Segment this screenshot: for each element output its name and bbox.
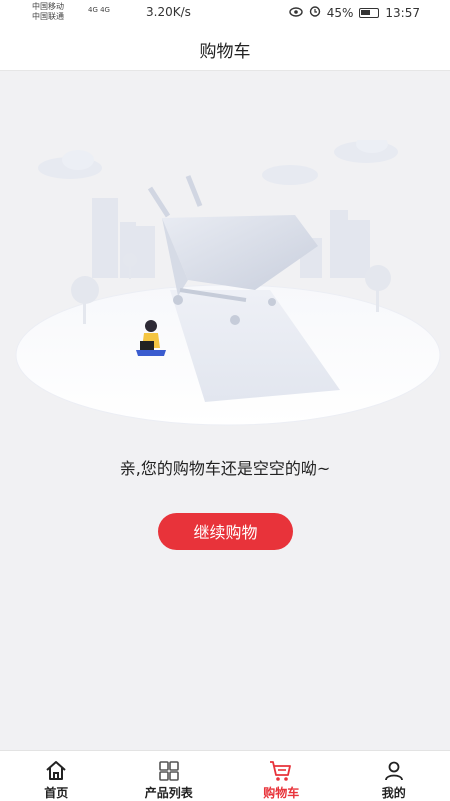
clock: 13:57 [385,6,420,20]
tab-cart[interactable]: 购物车 [225,751,338,801]
continue-shopping-button[interactable]: 继续购物 [158,513,293,550]
header: 购物车 [0,28,450,71]
status-right: 45% 13:57 [289,5,420,20]
tab-product-list[interactable]: 产品列表 [113,751,226,801]
tab-label: 产品列表 [145,784,193,801]
tab-label: 首页 [44,784,68,801]
home-icon [44,759,68,783]
bottom-tab-bar: 首页 产品列表 购物车 我的 [0,750,450,801]
tab-home[interactable]: 首页 [0,751,113,801]
grid-icon [157,759,181,783]
network-speed: 3.20K/s [146,5,191,19]
tab-label: 我的 [382,784,406,801]
empty-cart-illustration [0,140,450,430]
cloud-icon [262,140,398,185]
network-type: 4G 4G [88,6,110,14]
cloud-icon [38,150,102,179]
user-icon [382,759,406,783]
carrier-2: 中国联通 [32,12,64,22]
carrier-info: 中国移动 中国联通 [32,2,64,22]
alarm-icon [309,5,321,20]
status-bar: 中国移动 中国联通 4G 4G 3.20K/s 45% 13:57 [0,0,450,28]
battery-icon [359,8,379,18]
page-title: 购物车 [0,37,450,62]
carrier-1: 中国移动 [32,2,64,12]
eye-icon [289,6,303,20]
cart-icon [269,759,293,783]
tab-profile[interactable]: 我的 [338,751,450,801]
empty-cart-message: 亲,您的购物车还是空空的呦~ [0,455,450,479]
battery-percent: 45% [327,6,354,20]
tab-label: 购物车 [263,784,299,801]
